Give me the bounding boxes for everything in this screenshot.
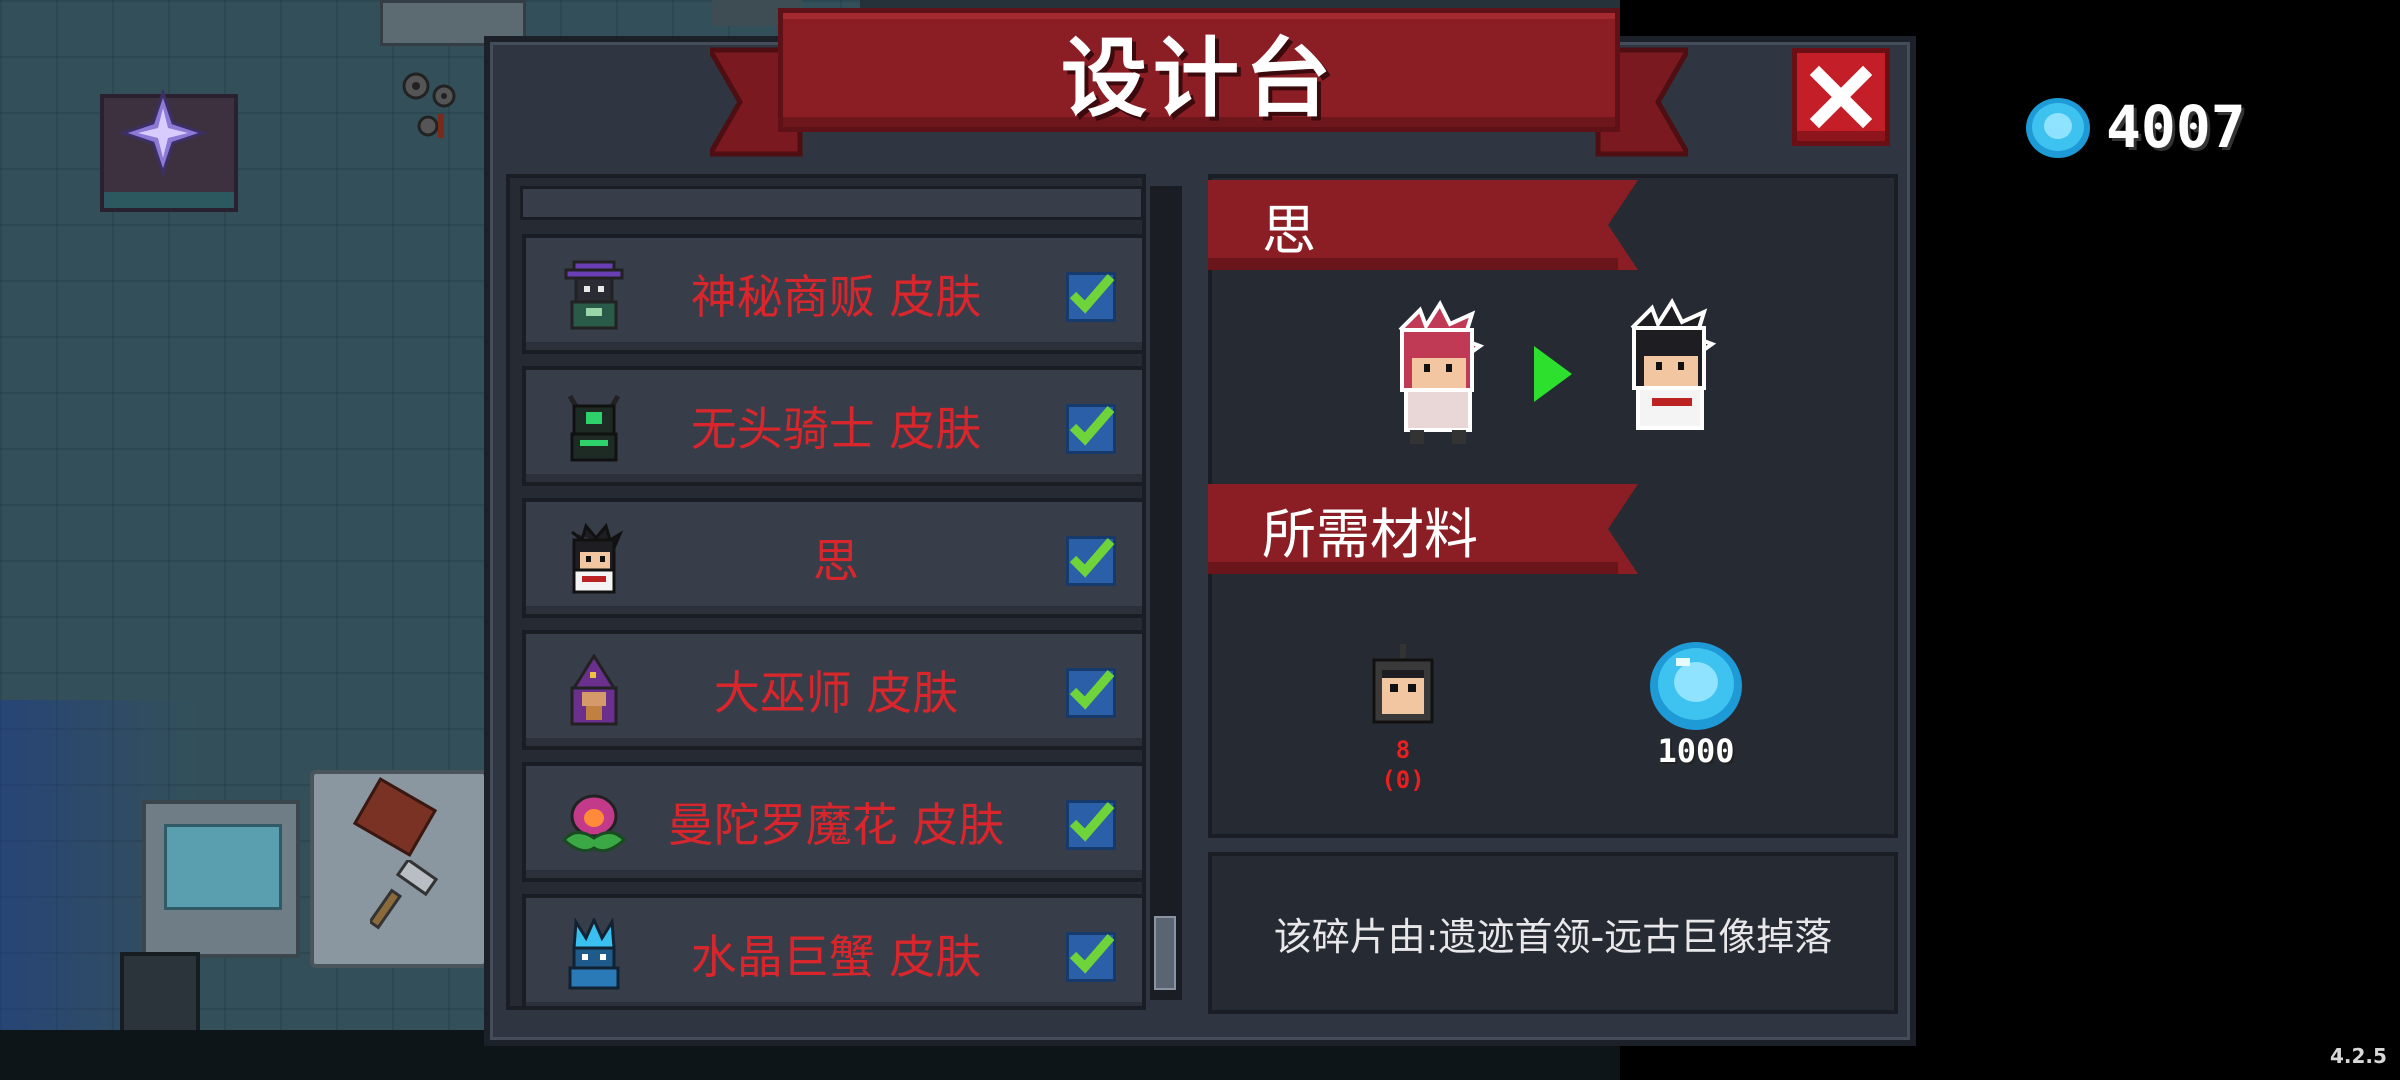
grand-wizard-avatar-icon [570,654,618,726]
fragment-required: 8 [1395,736,1411,764]
arrow-right-icon [1534,346,1572,402]
skin-fragment-icon [1372,644,1434,724]
dialog-title: 设计台 [1061,28,1337,129]
gem-counter: 4007 [2024,92,2264,162]
checkmark-icon [1069,538,1115,578]
mystery-merchant-avatar-icon [564,260,624,330]
checkmark-icon [1069,274,1115,314]
result-character-icon [1630,298,1717,430]
original-character-icon [1398,300,1485,444]
version-label: 4.2.5 [2330,1044,2387,1068]
skin-list[interactable]: 神秘商贩 皮肤 无头骑士 皮肤 思 大巫师 皮肤 曼陀罗魔花 皮肤 水晶巨蟹 皮… [506,174,1146,1010]
checkmark-icon [1069,802,1115,842]
checkmark-icon [1069,670,1115,710]
list-item[interactable]: 思 [522,498,1142,618]
owned-checkbox [1066,272,1116,322]
crystal-crab-avatar-icon [568,918,620,990]
list-item-label: 水晶巨蟹 皮肤 [690,930,982,984]
selected-skin-name: 思 [1262,198,1316,262]
gears-icon [402,72,456,138]
crystal-weapon-icon [118,88,208,178]
list-item[interactable]: 曼陀罗魔花 皮肤 [522,762,1142,882]
checkmark-icon [1069,934,1115,974]
headless-knight-avatar-icon [567,394,621,462]
name-ribbon: 思 [1208,180,1638,270]
gem-icon [2026,98,2090,158]
owned-checkbox [1066,536,1116,586]
list-item-label: 大巫师 皮肤 [713,666,959,720]
gem-cost: 1000 [1657,732,1735,770]
list-item-partial [520,186,1142,220]
list-item[interactable]: 无头骑士 皮肤 [522,366,1142,486]
owned-checkbox [1066,668,1116,718]
list-item-label: 曼陀罗魔花 皮肤 [667,798,1005,852]
list-item-label: 神秘商贩 皮肤 [690,270,982,324]
owned-checkbox [1066,932,1116,982]
computer-terminal [142,800,300,958]
gem-count: 4007 [2106,93,2246,161]
list-item[interactable]: 水晶巨蟹 皮肤 [522,894,1142,1006]
list-item[interactable]: 神秘商贩 皮肤 [522,234,1142,354]
fragment-owned: (0) [1381,766,1425,794]
checkmark-icon [1069,406,1115,446]
blue-gem-icon [1650,642,1742,730]
close-button[interactable] [1792,48,1890,146]
fragment-source-description: 该碎片由:遗迹首领-远古巨像掉落 [1208,852,1898,1014]
mandrake-flower-avatar-icon [561,794,627,853]
owned-checkbox [1066,404,1116,454]
si-avatar-icon [571,522,624,594]
list-item-label: 无头骑士 皮肤 [690,402,982,456]
close-icon [1809,65,1873,129]
materials-ribbon: 所需材料 [1208,484,1638,574]
title-banner: 设计台 [778,8,1620,132]
materials-heading: 所需材料 [1262,502,1478,566]
scrollbar-thumb[interactable] [1154,916,1176,990]
list-scrollbar[interactable] [1150,186,1182,1000]
owned-checkbox [1066,800,1116,850]
hammer-icon [370,860,439,930]
list-item[interactable]: 大巫师 皮肤 [522,630,1142,750]
list-item-label: 思 [813,534,859,588]
